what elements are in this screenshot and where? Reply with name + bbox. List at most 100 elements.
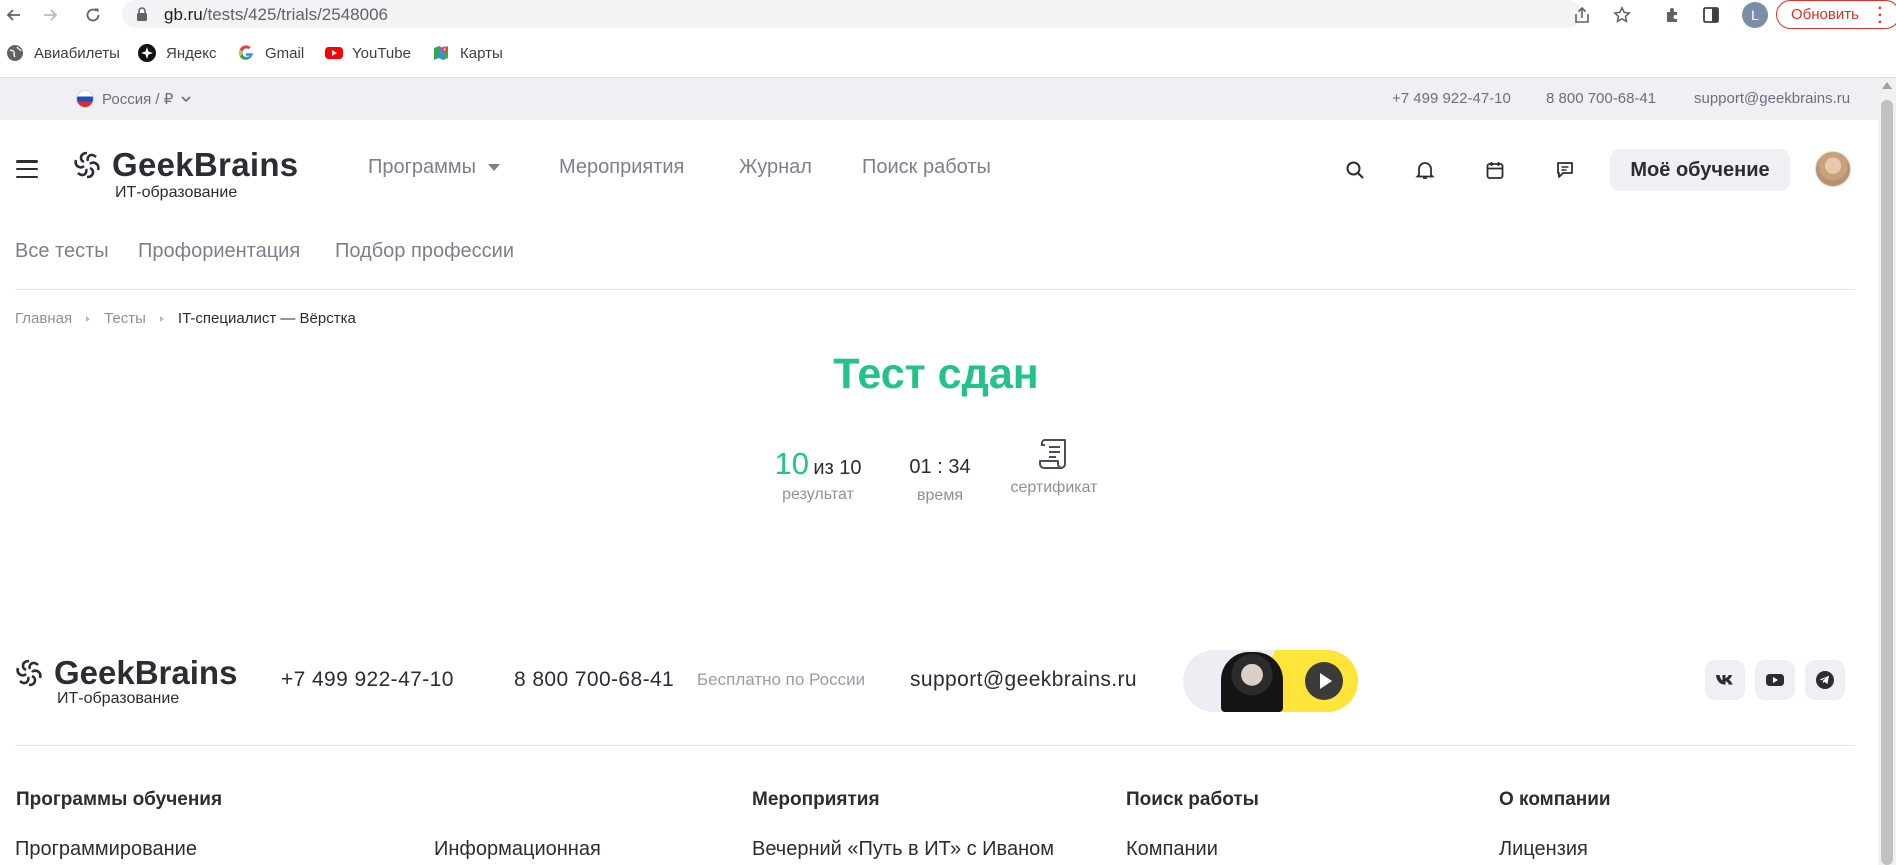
- chevron-down-icon: [181, 96, 191, 103]
- forward-arrow-icon[interactable]: [40, 4, 62, 26]
- globe-icon: [6, 44, 24, 62]
- share-icon[interactable]: [1571, 4, 1593, 26]
- caret-down-icon: [488, 164, 501, 172]
- browser-toolbar: gb.ru/tests/425/trials/2548006 L Обновит…: [0, 0, 1896, 31]
- update-browser-button[interactable]: Обновить · · ·: [1776, 0, 1896, 31]
- time-label: время: [917, 487, 963, 504]
- footer-email[interactable]: support@geekbrains.ru: [910, 668, 1137, 692]
- scrollbar-thumb[interactable]: [1881, 100, 1893, 865]
- region-label: Россия / ₽: [102, 91, 174, 108]
- bookmark-label: Gmail: [265, 44, 305, 62]
- footer-link-evening-event[interactable]: Вечерний «Путь в ИТ» с Иваном: [752, 838, 1054, 861]
- bookmark-youtube[interactable]: YouTube: [324, 44, 411, 62]
- breadcrumb-separator-icon: [159, 315, 164, 322]
- result-title: Тест сдан: [833, 350, 1039, 398]
- breadcrumb-current: IT-специалист — Вёрстка: [177, 310, 356, 327]
- geekbrains-logo-icon: [74, 151, 100, 179]
- nav-journal[interactable]: Журнал: [739, 156, 812, 179]
- telegram-icon[interactable]: [1805, 660, 1845, 700]
- footer-link-programming[interactable]: Программирование: [15, 838, 197, 861]
- more-menu-icon[interactable]: · · ·: [1878, 1, 1883, 31]
- footer-logo-wordmark: GeekBrains: [54, 654, 238, 691]
- time-stat: 01 : 34 время: [900, 456, 980, 505]
- top-phone-1[interactable]: +7 499 922-47-10: [1392, 90, 1511, 107]
- certificate-label: сертификат: [1010, 479, 1098, 496]
- bookmark-aviabilety[interactable]: Авиабилеты: [6, 44, 120, 62]
- breadcrumb-separator-icon: [86, 315, 91, 322]
- bookmark-gmail[interactable]: Gmail: [237, 44, 304, 62]
- footer-logo-subtitle: ИТ-образование: [57, 690, 180, 707]
- chat-icon[interactable]: [1553, 158, 1577, 182]
- search-icon[interactable]: [1343, 158, 1367, 182]
- update-button-label: Обновить: [1791, 6, 1859, 23]
- region-selector[interactable]: Россия / ₽: [76, 90, 191, 108]
- footer-phone-2-note: Бесплатно по России: [697, 670, 866, 689]
- side-panel-icon[interactable]: [1700, 4, 1722, 26]
- footer-heading-company: О компании: [1499, 789, 1611, 810]
- promo-portrait: [1221, 652, 1283, 712]
- nav-events[interactable]: Мероприятия: [559, 156, 684, 179]
- youtube-icon[interactable]: [1755, 660, 1795, 700]
- footer-phone-1[interactable]: +7 499 922-47-10: [281, 668, 454, 692]
- extensions-puzzle-icon[interactable]: [1662, 4, 1684, 26]
- bookmark-star-icon[interactable]: [1611, 4, 1633, 26]
- my-learning-button[interactable]: Моё обучение: [1610, 149, 1790, 191]
- subnav-all-tests[interactable]: Все тесты: [15, 240, 109, 263]
- calendar-icon[interactable]: [1483, 158, 1507, 182]
- nav-label: Программы: [368, 156, 477, 178]
- header-divider: [15, 289, 1855, 290]
- footer-heading-events: Мероприятия: [752, 789, 880, 810]
- youtube-icon: [324, 44, 343, 62]
- back-arrow-icon[interactable]: [2, 4, 24, 26]
- vk-icon[interactable]: [1705, 660, 1745, 700]
- hamburger-menu-icon[interactable]: [16, 160, 38, 178]
- bookmark-label: YouTube: [352, 44, 411, 62]
- footer-link-information[interactable]: Информационная: [434, 838, 601, 861]
- play-icon[interactable]: [1305, 662, 1343, 700]
- bookmark-yandex[interactable]: Яндекс: [138, 44, 216, 62]
- address-bar[interactable]: gb.ru/tests/425/trials/2548006: [122, 0, 1582, 28]
- russia-flag-icon: [76, 90, 94, 108]
- breadcrumb-home[interactable]: Главная: [15, 310, 72, 327]
- bookmark-label: Яндекс: [166, 44, 217, 62]
- certificate-stat[interactable]: сертификат: [1006, 436, 1102, 497]
- logo-wordmark: GeekBrains: [112, 146, 299, 183]
- top-email[interactable]: support@geekbrains.ru: [1694, 90, 1850, 107]
- score-total: из 10: [813, 457, 862, 479]
- logo-subtitle: ИТ-образование: [115, 184, 238, 201]
- yandex-icon: [138, 44, 156, 62]
- subnav-career-guidance[interactable]: Профориентация: [138, 240, 300, 263]
- reload-icon[interactable]: [82, 4, 104, 26]
- top-phone-2[interactable]: 8 800 700-68-41: [1546, 90, 1656, 107]
- scroll-up-arrow-icon[interactable]: [1882, 82, 1892, 89]
- footer-link-license[interactable]: Лицензия: [1499, 838, 1588, 861]
- bell-icon[interactable]: [1413, 158, 1437, 182]
- geekbrains-logo-icon: [16, 659, 42, 687]
- video-promo[interactable]: [1183, 650, 1358, 712]
- google-icon: [237, 44, 255, 62]
- score-stat: 10 из 10 результат: [768, 446, 868, 504]
- score-label: результат: [782, 486, 854, 503]
- footer-heading-jobs: Поиск работы: [1126, 789, 1259, 810]
- site-top-strip: Россия / ₽ +7 499 922-47-10 8 800 700-68…: [0, 78, 1878, 120]
- maps-icon: [432, 44, 450, 62]
- browser-profile-avatar[interactable]: L: [1742, 2, 1768, 28]
- bookmark-maps[interactable]: Карты: [432, 44, 503, 62]
- nav-job-search[interactable]: Поиск работы: [862, 156, 991, 179]
- subnav-profession-selection[interactable]: Подбор профессии: [335, 240, 514, 263]
- footer-link-companies[interactable]: Компании: [1126, 838, 1218, 861]
- certificate-scroll-icon[interactable]: [1006, 436, 1102, 477]
- nav-programs[interactable]: Программы: [368, 156, 501, 179]
- bookmark-label: Карты: [460, 44, 503, 62]
- bookmarks-bar: Авиабилеты Яндекс Gmail YouTube Карты: [0, 40, 1896, 68]
- time-value: 01 : 34: [909, 456, 971, 478]
- user-avatar[interactable]: [1815, 151, 1851, 187]
- footer-phone-2[interactable]: 8 800 700-68-41: [514, 668, 674, 692]
- breadcrumb: Главная Тесты IT-специалист — Вёрстка: [15, 310, 356, 327]
- bookmark-label: Авиабилеты: [34, 44, 120, 62]
- score-value: 10: [774, 446, 809, 481]
- url-text: gb.ru/tests/425/trials/2548006: [164, 5, 388, 24]
- footer-divider: [15, 745, 1855, 746]
- breadcrumb-tests[interactable]: Тесты: [104, 310, 146, 327]
- footer-heading-programs: Программы обучения: [16, 789, 223, 810]
